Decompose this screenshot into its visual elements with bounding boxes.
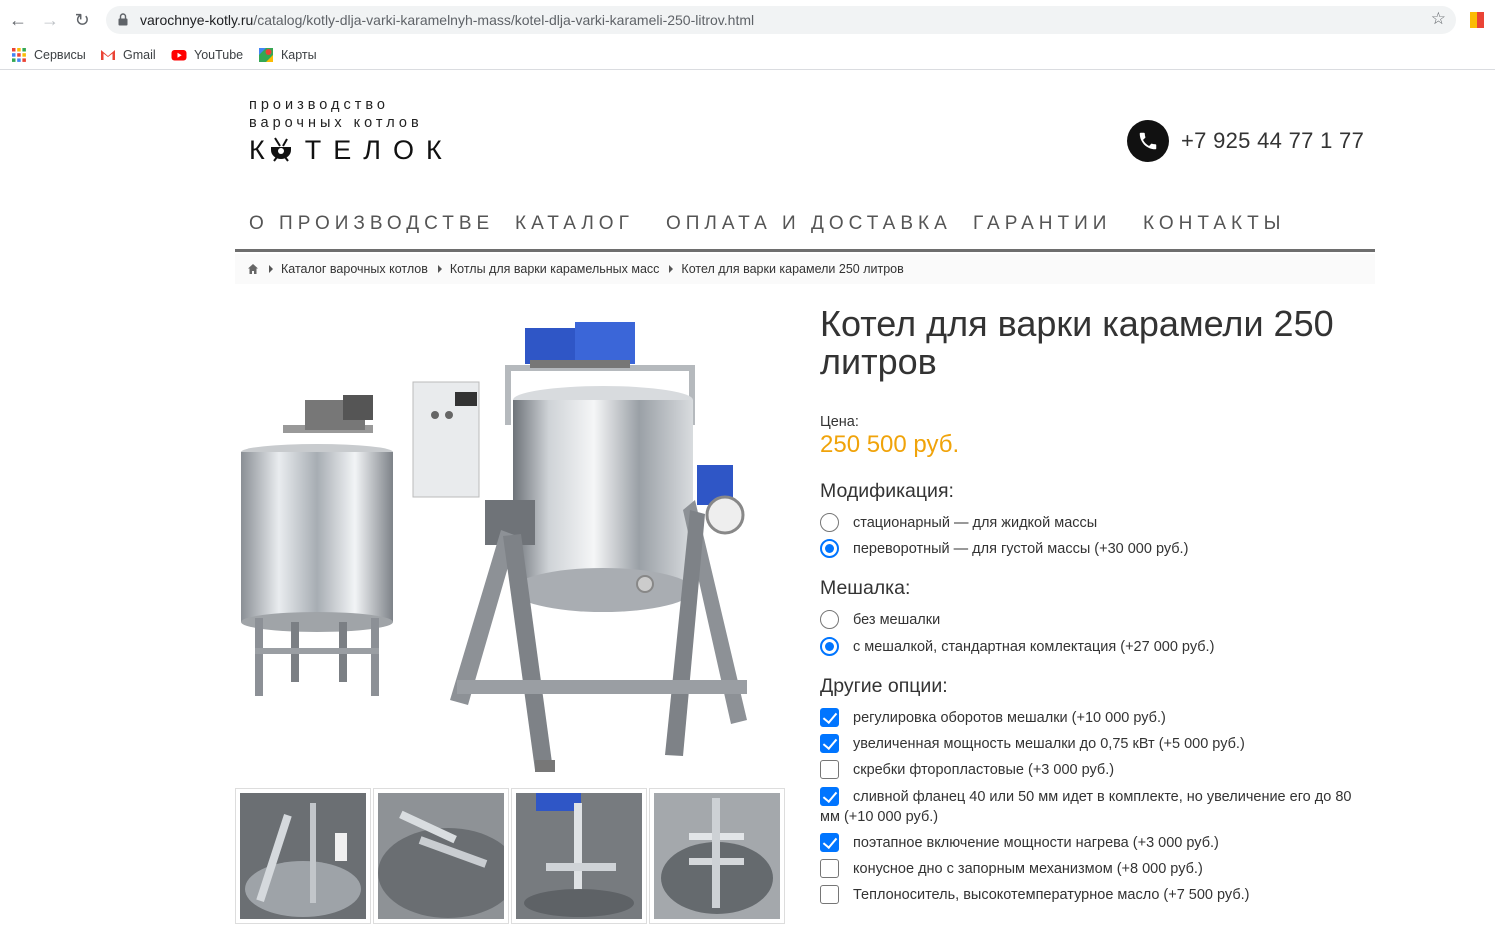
option-label: увеличенная мощность мешалки до 0,75 кВт… xyxy=(853,736,1245,752)
gmail-icon xyxy=(101,50,115,60)
other-option-mixer-power[interactable]: увеличенная мощность мешалки до 0,75 кВт… xyxy=(820,734,1245,754)
thumbnail-4[interactable] xyxy=(649,788,785,924)
nav-item-catalog[interactable]: КАТАЛОГ xyxy=(515,213,634,235)
option-label: с мешалкой, стандартная комлектация (+27… xyxy=(853,639,1215,655)
option-label: поэтапное включение мощности нагрева (+3… xyxy=(853,835,1219,851)
thumbnail-image xyxy=(240,793,366,919)
maps-icon xyxy=(259,48,273,62)
checkbox[interactable] xyxy=(820,859,839,878)
mixer-option-standard[interactable]: с мешалкой, стандартная комлектация (+27… xyxy=(820,637,1214,657)
breadcrumb-link-category[interactable]: Котлы для варки карамельных масс xyxy=(450,262,660,276)
modification-title: Модификация: xyxy=(820,480,954,502)
site-logo[interactable]: производство варочных котлов К ТЕЛОК xyxy=(249,96,454,166)
product-price: 250 500 руб. xyxy=(820,431,960,458)
youtube-icon xyxy=(171,50,187,61)
reload-icon[interactable]: ↻ xyxy=(70,8,94,32)
bookmark-label: YouTube xyxy=(194,48,244,62)
nav-item-contacts[interactable]: КОНТАКТЫ xyxy=(1143,213,1286,235)
radio-button[interactable] xyxy=(820,513,839,532)
lock-icon xyxy=(118,13,128,26)
other-option-heat-oil[interactable]: Теплоноситель, высокотемпературное масло… xyxy=(820,885,1250,905)
other-option-speed-control[interactable]: регулировка оборотов мешалки (+10 000 ру… xyxy=(820,708,1166,728)
option-label: конусное дно с запорным механизмом (+8 0… xyxy=(853,861,1203,877)
logo-brand-text: ТЕЛОК xyxy=(304,135,454,165)
thumbnail-1[interactable] xyxy=(235,788,371,924)
url-path: /catalog/kotly-dlja-varki-karamelnyh-mas… xyxy=(253,12,755,28)
checkbox[interactable] xyxy=(820,734,839,753)
modification-option-stationary[interactable]: стационарный — для жидкой массы xyxy=(820,513,1097,533)
bookmark-star-icon[interactable]: ☆ xyxy=(1431,9,1446,29)
home-icon[interactable] xyxy=(247,263,259,275)
thumbnail-image xyxy=(516,793,642,919)
breadcrumb-separator-icon xyxy=(669,265,674,273)
thumbnail-3[interactable] xyxy=(511,788,647,924)
thumbnail-image xyxy=(654,793,780,919)
bookmarks-bar: Сервисы Gmail YouTube Карты xyxy=(0,40,1495,70)
thumbnail-image xyxy=(378,793,504,919)
option-label: сливной фланец 40 или 50 мм идет в компл… xyxy=(820,789,1352,825)
radio-button[interactable] xyxy=(820,539,839,558)
checkbox[interactable] xyxy=(820,833,839,852)
phone-number: +7 925 44 77 1 77 xyxy=(1181,128,1365,153)
logo-brand-prefix: К xyxy=(249,135,269,165)
option-label: Теплоноситель, высокотемпературное масло… xyxy=(853,887,1250,903)
other-option-cone-bottom[interactable]: конусное дно с запорным механизмом (+8 0… xyxy=(820,859,1203,879)
logo-brand: К ТЕЛОК xyxy=(249,134,454,166)
option-label: без мешалки xyxy=(853,612,941,628)
browser-toolbar: ← → ↻ varochnye-kotly.ru/catalog/kotly-d… xyxy=(0,0,1495,40)
breadcrumb: Каталог варочных котлов Котлы для варки … xyxy=(235,254,1375,284)
header-phone[interactable]: +7 925 44 77 1 77 xyxy=(1127,120,1364,162)
product-main-image[interactable] xyxy=(235,300,787,782)
nav-item-about[interactable]: О ПРОИЗВОДСТВЕ xyxy=(249,213,494,235)
thumbnail-2[interactable] xyxy=(373,788,509,924)
breadcrumb-separator-icon xyxy=(437,265,442,273)
breadcrumb-link-catalog[interactable]: Каталог варочных котлов xyxy=(281,262,428,276)
checkbox[interactable] xyxy=(820,708,839,727)
extension-icon[interactable] xyxy=(1468,12,1486,28)
checkbox[interactable] xyxy=(820,760,839,779)
other-option-drain-flange[interactable]: сливной фланец 40 или 50 мм идет в компл… xyxy=(820,787,1360,827)
other-options-title: Другие опции: xyxy=(820,675,948,697)
address-bar[interactable]: varochnye-kotly.ru/catalog/kotly-dlja-va… xyxy=(106,6,1456,34)
option-label: регулировка оборотов мешалки (+10 000 ру… xyxy=(853,710,1166,726)
option-label: скребки фторопластовые (+3 000 руб.) xyxy=(853,762,1115,778)
forward-icon[interactable]: → xyxy=(38,8,62,32)
bookmark-youtube[interactable]: YouTube xyxy=(171,45,243,65)
bookmark-maps[interactable]: Карты xyxy=(258,45,317,65)
main-nav: О ПРОИЗВОДСТВЕ КАТАЛОГ ОПЛАТА И ДОСТАВКА… xyxy=(235,205,1375,252)
checkbox[interactable] xyxy=(820,787,839,806)
url-text: varochnye-kotly.ru/catalog/kotly-dlja-va… xyxy=(140,12,754,28)
phone-icon xyxy=(1127,120,1169,162)
checkbox[interactable] xyxy=(820,885,839,904)
cooking-pot-icon xyxy=(270,137,291,162)
product-title: Котел для варки карамели 250 литров xyxy=(820,303,1334,382)
bookmark-label: Gmail xyxy=(123,48,156,62)
bookmark-label: Карты xyxy=(281,48,317,62)
breadcrumb-current: Котел для варки карамели 250 литров xyxy=(681,262,904,276)
other-option-staged-heating[interactable]: поэтапное включение мощности нагрева (+3… xyxy=(820,833,1219,853)
mixer-option-none[interactable]: без мешалки xyxy=(820,610,940,630)
apps-grid-icon xyxy=(12,48,26,62)
option-label: стационарный — для жидкой массы xyxy=(853,515,1098,531)
nav-item-guarantees[interactable]: ГАРАНТИИ xyxy=(973,213,1111,235)
bookmark-gmail[interactable]: Gmail xyxy=(100,45,156,65)
bookmark-label: Сервисы xyxy=(34,48,86,62)
radio-button[interactable] xyxy=(820,610,839,629)
url-host: varochnye-kotly.ru xyxy=(140,12,254,28)
radio-button[interactable] xyxy=(820,637,839,656)
back-icon[interactable]: ← xyxy=(6,8,30,32)
logo-line2: варочных котлов xyxy=(249,115,423,131)
modification-option-tilting[interactable]: переворотный — для густой массы (+30 000… xyxy=(820,539,1188,559)
mixer-title: Мешалка: xyxy=(820,577,911,599)
price-label: Цена: xyxy=(820,414,859,430)
logo-line1: производство xyxy=(249,97,389,113)
option-label: переворотный — для густой массы (+30 000… xyxy=(853,541,1189,557)
breadcrumb-separator-icon xyxy=(269,265,273,273)
bookmark-services[interactable]: Сервисы xyxy=(11,45,86,65)
other-option-scrapers[interactable]: скребки фторопластовые (+3 000 руб.) xyxy=(820,760,1114,780)
nav-item-payment-delivery[interactable]: ОПЛАТА И ДОСТАВКА xyxy=(666,213,952,235)
product-thumbnails xyxy=(235,788,785,924)
